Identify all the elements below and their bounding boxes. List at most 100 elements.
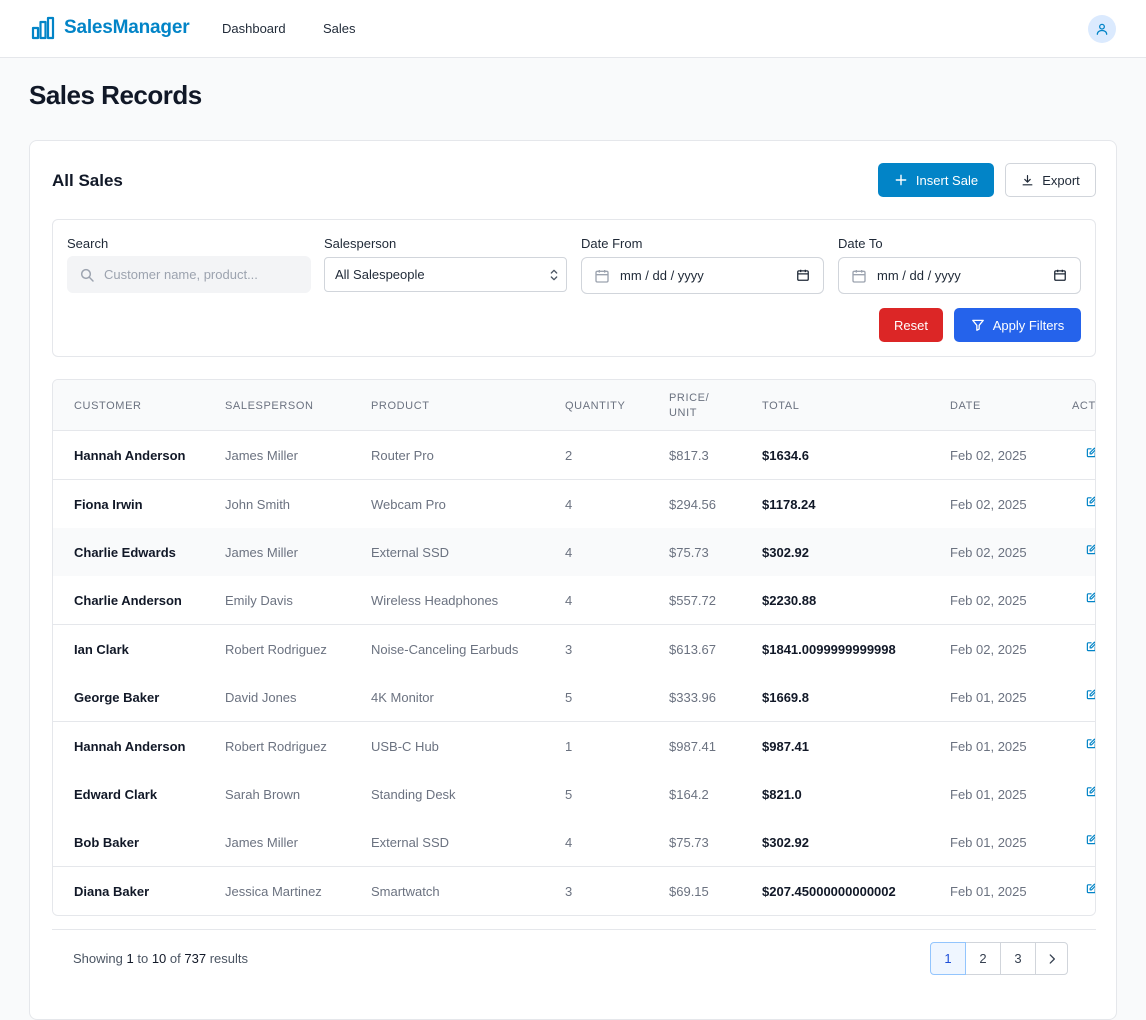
brand[interactable]: SalesManager [31,16,190,40]
edit-icon[interactable] [1086,640,1095,655]
cell-quantity: 3 [565,884,573,899]
cell-customer: Hannah Anderson [74,448,186,463]
card-title: All Sales [52,171,123,190]
cell-product: USB-C Hub [371,739,439,754]
page-1-button[interactable]: 1 [930,942,966,975]
date-from-input[interactable]: mm / dd / yyyy [581,257,824,294]
divider [52,929,1096,930]
cell-price: $164.2 [669,787,709,802]
cell-quantity: 4 [565,593,573,608]
cell-salesperson: James Miller [225,448,298,463]
cell-date: Feb 01, 2025 [950,787,1027,802]
cell-product: Standing Desk [371,787,456,802]
cell-price: $69.15 [669,884,709,899]
cell-date: Feb 02, 2025 [950,448,1027,463]
cell-total: $302.92 [762,545,809,560]
search-label: Search [67,236,109,251]
col-price-line1[interactable]: Price/ [669,392,709,404]
col-total[interactable]: Total [762,400,799,412]
cell-customer: Fiona Irwin [74,497,143,512]
cell-quantity: 3 [565,642,573,657]
showing-from: 1 [126,951,134,966]
cell-total: $1841.0099999999998 [762,642,896,657]
edit-icon[interactable] [1086,882,1095,897]
cell-customer: Bob Baker [74,835,140,850]
filter-panel: Search Salesperson All Salespeople Date … [52,219,1096,357]
brand-name: SalesManager [64,17,190,38]
col-quantity[interactable]: Quantity [565,400,625,412]
calendar-picker-icon[interactable] [796,268,810,282]
top-nav: SalesManager Dashboard Sales [0,0,1146,58]
edit-icon[interactable] [1086,833,1095,848]
nav-dashboard[interactable]: Dashboard [222,21,286,36]
user-avatar[interactable] [1088,15,1116,43]
export-button[interactable]: Export [1005,163,1096,197]
col-date[interactable]: Date [950,400,981,412]
table-row: Diana Baker Jessica Martinez Smartwatch 3 $6… [53,867,1095,915]
col-customer[interactable]: Customer [74,400,142,412]
pagination: 1 2 3 [930,942,1068,975]
cell-salesperson: David Jones [225,690,297,705]
page-2-button[interactable]: 2 [965,942,1001,975]
edit-icon[interactable] [1086,737,1095,752]
cell-salesperson: Jessica Martinez [225,884,322,899]
col-salesperson[interactable]: Salesperson [225,400,314,412]
table-row: Charlie Anderson Emily Davis Wireless Head… [53,576,1095,625]
cell-date: Feb 01, 2025 [950,739,1027,754]
search-input[interactable] [104,267,304,282]
cell-price: $613.67 [669,642,716,657]
reset-button[interactable]: Reset [879,308,943,342]
cell-date: Feb 01, 2025 [950,835,1027,850]
date-from-value: mm / dd / yyyy [620,268,704,283]
cell-customer: Charlie Anderson [74,593,182,608]
cell-customer: Hannah Anderson [74,739,186,754]
calendar-icon [852,269,866,283]
apply-filters-label: Apply Filters [992,317,1065,333]
date-to-input[interactable]: mm / dd / yyyy [838,257,1081,294]
edit-icon[interactable] [1086,688,1095,703]
search-field[interactable] [67,256,311,293]
cell-total: $1178.24 [762,497,816,512]
page-3-button[interactable]: 3 [1000,942,1036,975]
edit-icon[interactable] [1086,591,1095,606]
cell-customer: Diana Baker [74,884,150,899]
table-row: Ian Clark Robert Rodriguez Noise-Canceling… [53,625,1095,674]
calendar-icon [595,269,609,283]
cell-total: $1634.6 [762,448,809,463]
chevron-right-icon [1049,953,1055,964]
insert-sale-label: Insert Sale [915,172,979,188]
cell-customer: Edward Clark [74,787,158,802]
cell-total: $821.0 [762,787,802,802]
cell-price: $333.96 [669,690,716,705]
nav-sales[interactable]: Sales [323,21,356,36]
col-actions: Act [1072,400,1096,412]
table-row: Charlie Edwards James Miller External SSD 4… [53,528,1095,577]
edit-icon[interactable] [1086,543,1095,558]
salesperson-label: Salesperson [324,236,397,251]
apply-filters-button[interactable]: Apply Filters [954,308,1081,342]
edit-icon[interactable] [1086,446,1095,461]
cell-product: Smartwatch [371,884,440,899]
col-product[interactable]: Product [371,400,430,412]
calendar-picker-icon[interactable] [1053,268,1067,282]
cell-quantity: 4 [565,835,573,850]
edit-icon[interactable] [1086,495,1095,510]
cell-product: 4K Monitor [371,690,434,705]
showing-to: 10 [151,951,167,966]
results-summary: Showing 1 to 10 of 737 results [73,951,248,966]
salesperson-select[interactable]: All Salespeople [324,257,567,292]
cell-quantity: 2 [565,448,573,463]
cell-date: Feb 01, 2025 [950,690,1027,705]
col-price-line2[interactable]: Unit [669,407,697,419]
filter-icon [971,319,984,331]
cell-customer: George Baker [74,690,160,705]
edit-icon[interactable] [1086,785,1095,800]
next-page-button[interactable] [1035,942,1068,975]
insert-sale-button[interactable]: Insert Sale [878,163,994,197]
table-row: Hannah Anderson James Miller Router Pro 2 $8… [53,431,1095,480]
cell-product: Noise-Canceling Earbuds [371,642,519,657]
cell-salesperson: Robert Rodriguez [225,642,327,657]
showing-of-word: of [169,951,181,966]
cell-price: $75.73 [669,545,709,560]
cell-total: $302.92 [762,835,809,850]
